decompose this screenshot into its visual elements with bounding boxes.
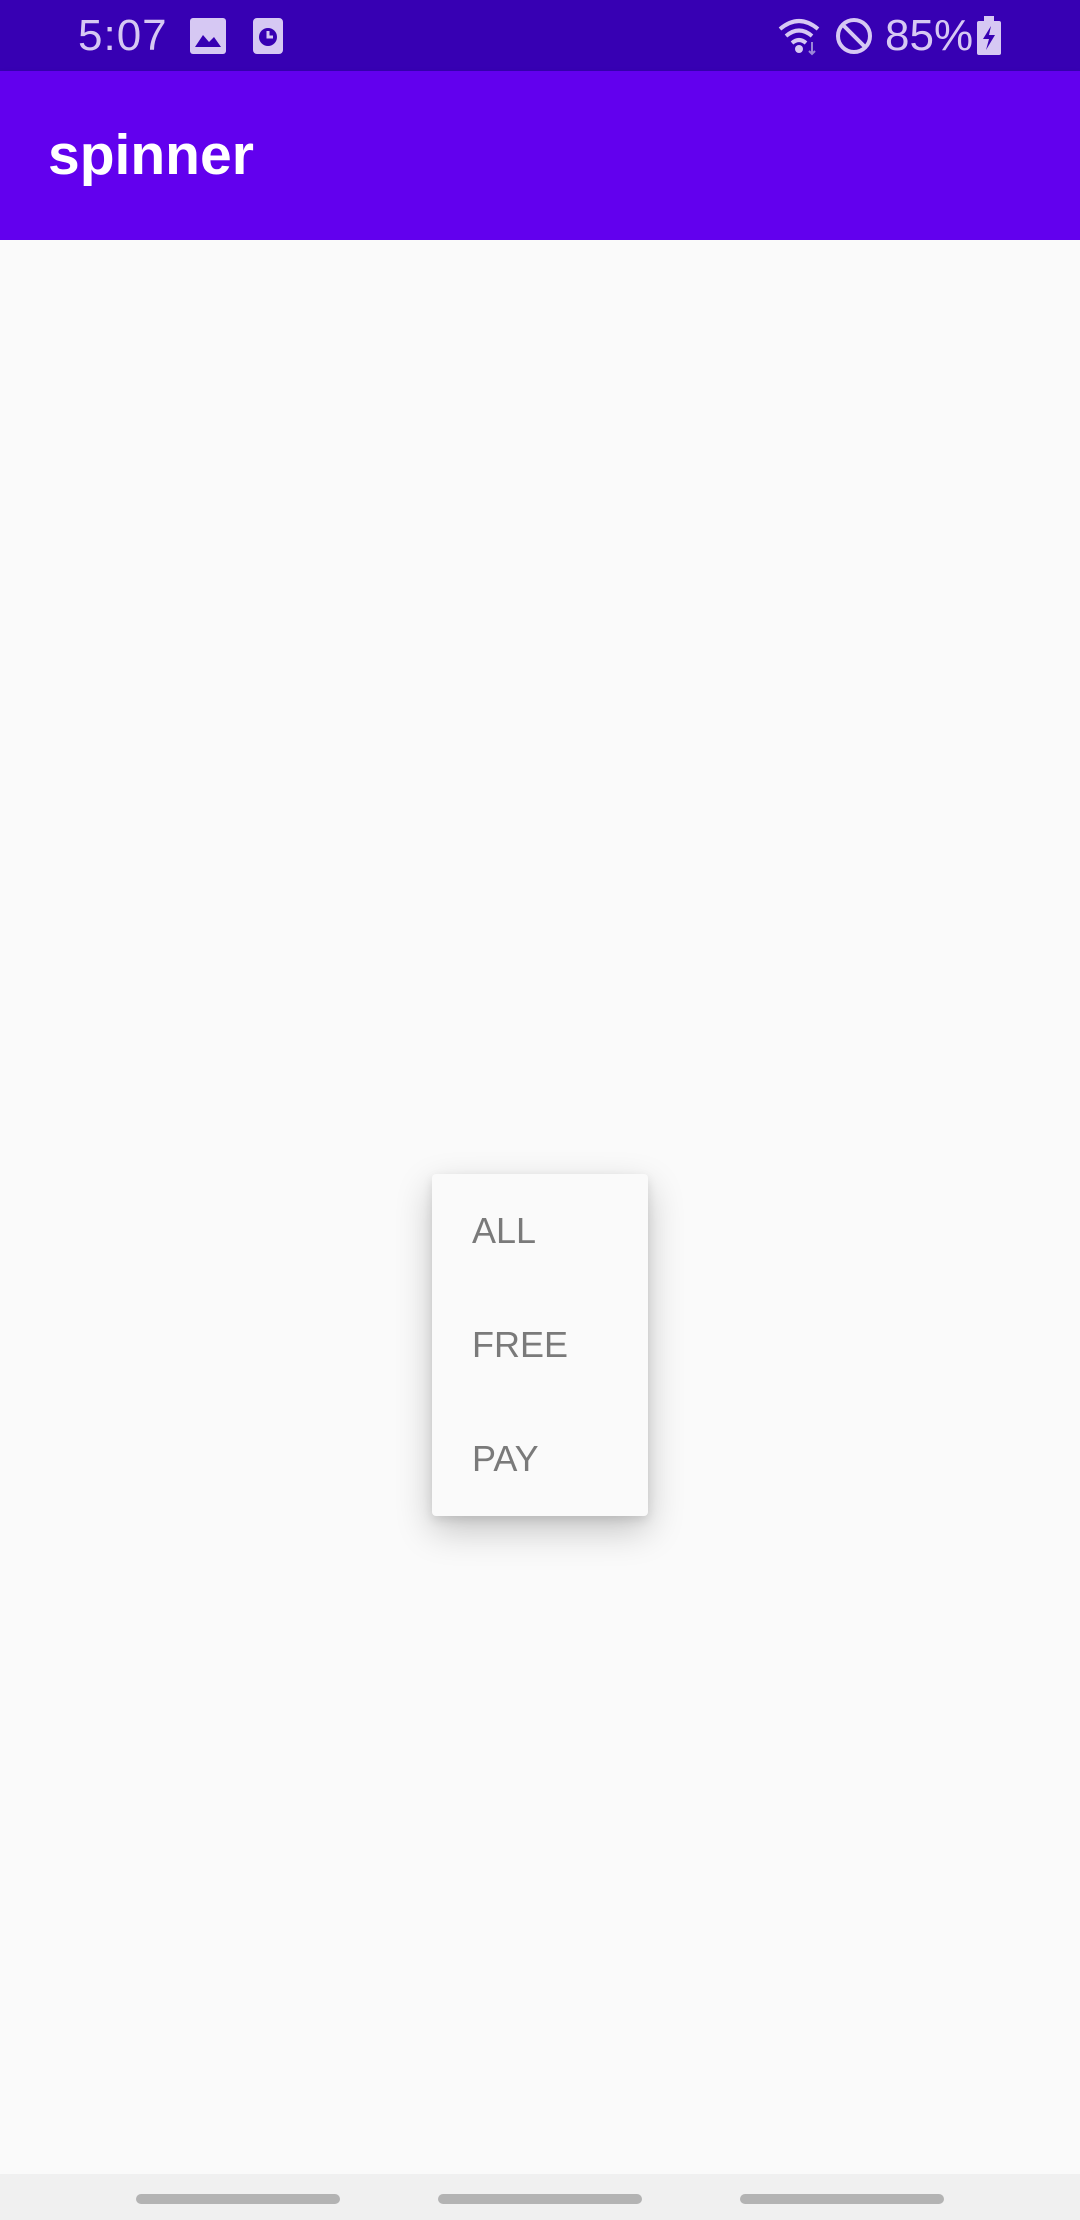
navigation-bar xyxy=(0,2174,1080,2220)
spinner-option-free[interactable]: FREE xyxy=(432,1288,648,1402)
spinner-option-pay[interactable]: PAY xyxy=(432,1402,648,1516)
image-icon xyxy=(188,16,228,56)
do-not-disturb-icon xyxy=(834,16,874,56)
status-time: 5:07 xyxy=(78,11,168,60)
clock-icon xyxy=(248,16,288,56)
status-bar: 5:07 85% xyxy=(0,0,1080,71)
app-bar: spinner xyxy=(0,71,1080,240)
spinner-option-all[interactable]: ALL xyxy=(432,1174,648,1288)
nav-home-handle[interactable] xyxy=(438,2194,642,2204)
battery-charging-icon xyxy=(976,16,1002,56)
nav-recents-handle[interactable] xyxy=(740,2194,944,2204)
spinner-dropdown-menu: ALL FREE PAY xyxy=(432,1174,648,1516)
app-title: spinner xyxy=(48,123,254,187)
battery-percentage: 85% xyxy=(885,11,974,60)
wifi-icon xyxy=(776,16,822,56)
nav-back-handle[interactable] xyxy=(136,2194,340,2204)
